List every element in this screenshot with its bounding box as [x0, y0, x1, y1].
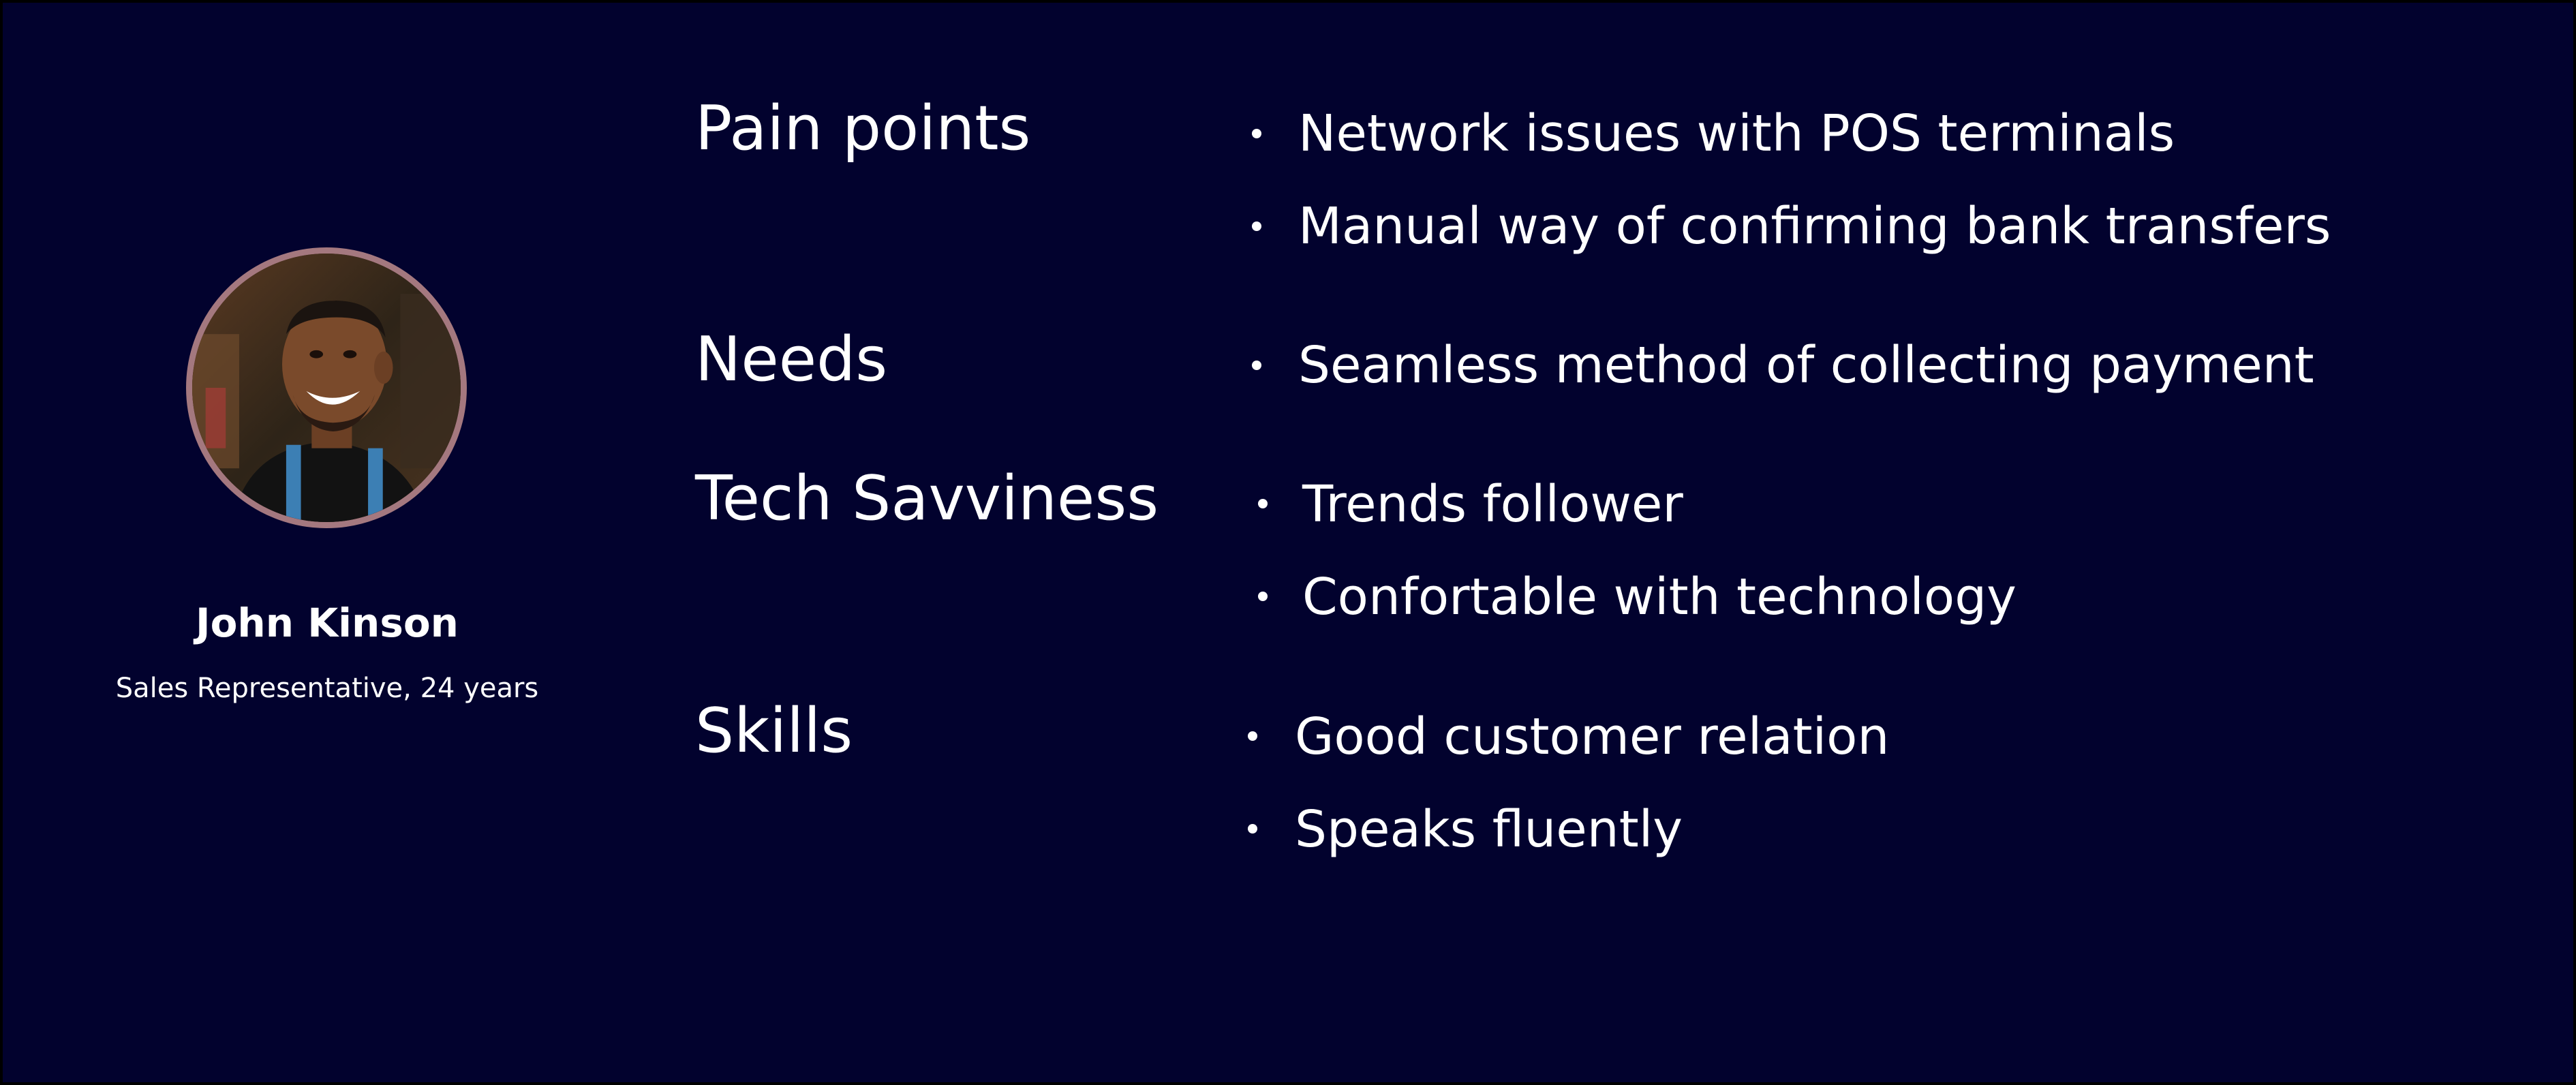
bullet-dot	[1258, 499, 1268, 508]
bullet-dot	[1248, 824, 1257, 834]
skill-item: Speaks fluently	[1295, 800, 1683, 859]
section-label-needs: Needs	[695, 324, 888, 395]
bullet-dot	[1258, 592, 1268, 601]
skill-item: Good customer relation	[1295, 707, 1890, 766]
section-label-skills: Skills	[695, 695, 853, 767]
tech-savviness-item: Confortable with technology	[1302, 568, 2017, 626]
persona-profile: John Kinson Sales Representative, 24 yea…	[0, 0, 654, 1085]
pain-point-item: Manual way of confirming bank transfers	[1298, 197, 2331, 256]
bullet-dot	[1248, 731, 1257, 741]
section-label-pain-points: Pain points	[695, 93, 1031, 164]
persona-name: John Kinson	[196, 600, 459, 646]
bullet-dot	[1252, 361, 1261, 370]
section-label-tech-savviness: Tech Savviness	[695, 463, 1159, 534]
persona-role: Sales Representative, 24 years	[115, 673, 539, 704]
need-item: Seamless method of collecting payment	[1298, 336, 2314, 395]
pain-point-item: Network issues with POS terminals	[1298, 104, 2175, 163]
avatar	[186, 247, 467, 528]
tech-savviness-item: Trends follower	[1302, 475, 1683, 534]
bullet-dot	[1252, 221, 1261, 231]
bullet-dot	[1252, 129, 1261, 138]
